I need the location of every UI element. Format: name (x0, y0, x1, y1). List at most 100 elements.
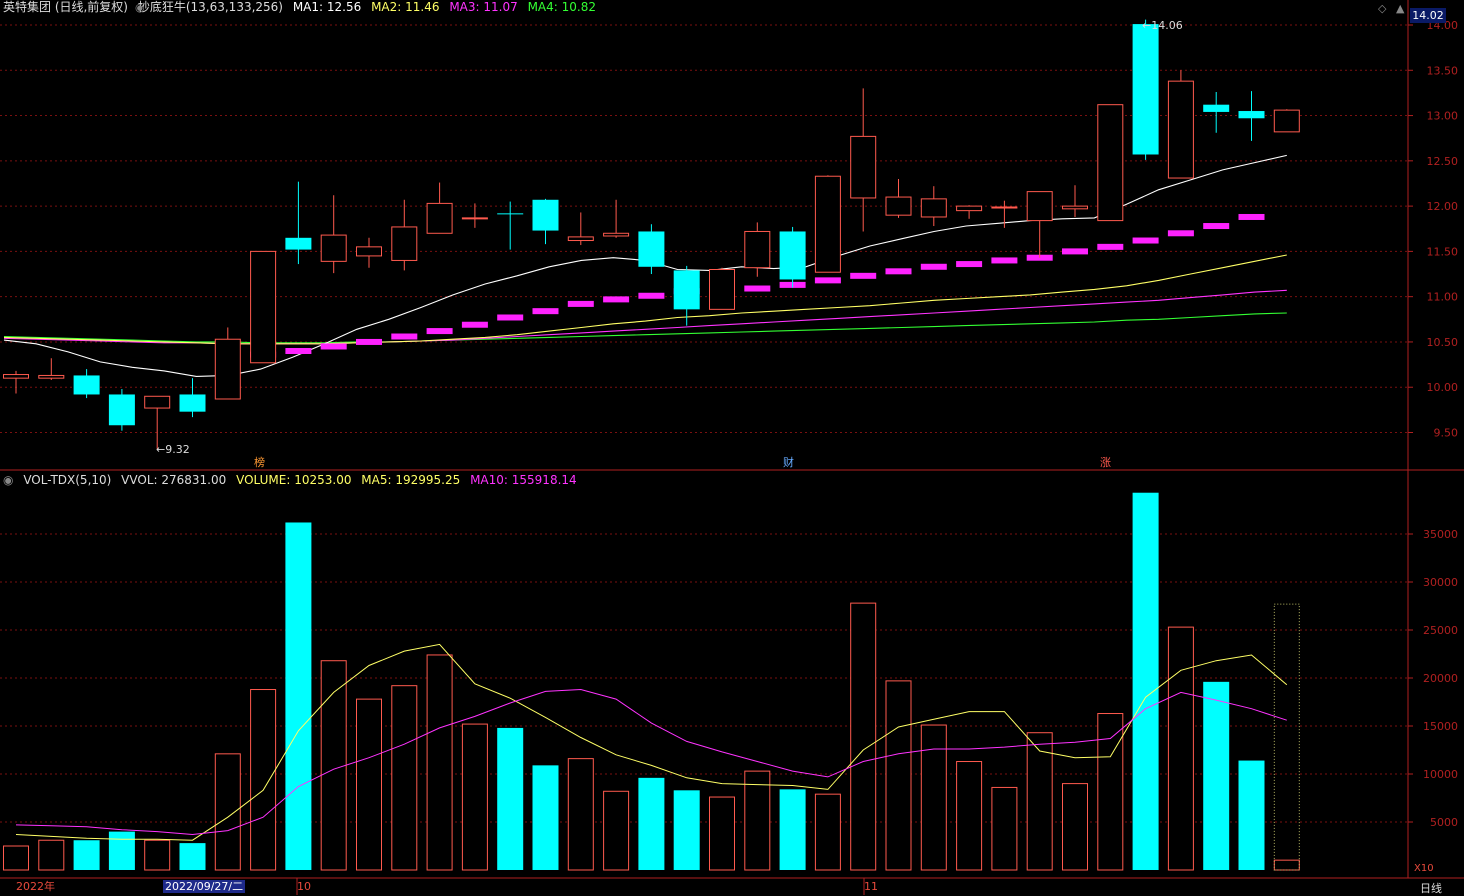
candle-body-5 (179, 394, 206, 412)
volume-bar-14 (497, 727, 524, 870)
selected-date-label: 2022/09/27/二 (163, 880, 246, 893)
candle-body-7 (250, 250, 277, 364)
candle-body-29 (1026, 191, 1053, 222)
indicator-bar-11 (391, 333, 418, 340)
candle-body-31 (1097, 104, 1124, 222)
event-marker-rise[interactable]: 涨 (1100, 457, 1111, 469)
indicator-bar-9 (320, 343, 347, 350)
indicator-bar-12 (426, 328, 453, 335)
volume-bar-34 (1203, 681, 1230, 870)
volume-bar-23 (814, 793, 841, 871)
volume-bar-17 (603, 790, 630, 871)
indicator-bar-8 (285, 348, 312, 354)
indicator-bar-23 (814, 277, 841, 284)
price-header: 英特集团 (日线,前复权) 抄底狂牛(13,63,133,256) MA1: 1… (3, 0, 602, 14)
volume-bar-10 (356, 698, 382, 871)
price-tick-label-0: 9.50 (1434, 427, 1459, 440)
volume-bar-22 (779, 789, 806, 870)
candle-body-0 (3, 374, 29, 379)
volume-bar-7 (250, 689, 277, 871)
indicator-dropdown-icon[interactable]: ◉ (135, 1, 145, 14)
low-annotation: ←9.32 (156, 443, 190, 456)
volume-bar-28 (991, 786, 1018, 871)
candle-body-22 (779, 231, 806, 280)
price-tick-label-6: 12.50 (1427, 155, 1459, 168)
volume-bar-12 (426, 654, 453, 871)
indicator-bar-34 (1203, 223, 1230, 230)
stock-chart-canvas[interactable]: 9.50 10.00 10.50 11.00 11.50 12.00 12.50 13.00 1… (0, 0, 1464, 895)
price-tick-label-8: 13.50 (1427, 64, 1459, 77)
event-marker-finance[interactable]: 财 (783, 457, 794, 469)
candle-body-11 (391, 226, 418, 261)
indicator-bar-25 (885, 268, 912, 275)
volume-dropdown-icon[interactable]: ◉ (3, 473, 13, 487)
candle-body-8 (285, 237, 312, 250)
indicator-bar-32 (1132, 237, 1159, 244)
candle-body-15 (532, 199, 559, 231)
ma3-value: MA3: 11.07 (449, 0, 518, 14)
indicator-bar-21 (744, 285, 771, 292)
price-tick-label-5: 12.00 (1427, 200, 1459, 213)
volume-tick-label-5: 30000 (1423, 576, 1458, 589)
candle-body-23 (814, 175, 841, 273)
price-tick-label-3: 11.00 (1427, 291, 1459, 304)
year-label: 2022年 (16, 880, 55, 893)
candle-body-34 (1203, 104, 1230, 112)
volume-bar-18 (638, 777, 665, 870)
candle-body-30 (1062, 205, 1088, 210)
volume-tick-label-0: 5000 (1430, 816, 1458, 829)
indicator-bar-16 (567, 300, 594, 307)
volume-bar-0 (3, 845, 29, 871)
candle-body-24 (850, 135, 877, 199)
candle-body-32 (1132, 24, 1159, 155)
volume-tick-label-4: 25000 (1423, 624, 1458, 637)
indicator-bar-24 (850, 272, 877, 279)
volume-bar-36 (1273, 859, 1300, 871)
price-tick-label-2: 10.50 (1427, 336, 1459, 349)
candle-body-18 (638, 231, 665, 267)
price-tick-label-4: 11.50 (1427, 245, 1459, 258)
candle-body-36 (1273, 109, 1300, 133)
candle-body-26 (920, 198, 947, 218)
scroll-up-icon[interactable]: ▲ (1396, 2, 1404, 15)
volume-ma10-value: MA10: 155918.14 (470, 473, 577, 487)
candle-body-9 (320, 234, 347, 262)
diamond-icon[interactable]: ◇ (1378, 2, 1386, 15)
right-axis-bg (1408, 0, 1464, 895)
volume-bar-5 (179, 843, 206, 870)
indicator-bar-27 (956, 261, 983, 268)
indicator-bar-33 (1167, 230, 1194, 237)
volume-bar-33 (1167, 626, 1194, 871)
indicator-name[interactable]: 抄底狂牛(13,63,133,256) (138, 0, 283, 14)
event-marker-rank[interactable]: 榜 (254, 457, 265, 469)
indicator-bar-18 (638, 292, 665, 299)
volume-bar-15 (532, 765, 559, 870)
volume-bar-24 (850, 602, 877, 871)
candle-body-28 (991, 206, 1018, 209)
volume-ma5-value: MA5: 192995.25 (361, 473, 461, 487)
candle-body-3 (108, 394, 135, 426)
volume-scale-label: X10 (1414, 863, 1434, 874)
candle-body-6 (214, 338, 241, 400)
indicator-bar-10 (356, 338, 382, 345)
ma1-value: MA1: 12.56 (292, 0, 362, 14)
volume-tick-label-6: 35000 (1423, 528, 1458, 541)
volume-bar-21 (744, 770, 771, 871)
volume-indicator-name[interactable]: VOL-TDX(5,10) (23, 473, 111, 487)
volume-tick-label-3: 20000 (1423, 672, 1458, 685)
volume-bar-3 (108, 831, 135, 870)
volume-header: ◉ VOL-TDX(5,10) VVOL: 276831.00 VOLUME: … (3, 473, 583, 487)
candle-body-21 (744, 230, 771, 269)
candle-body-14 (497, 213, 524, 215)
volume-bar-11 (391, 685, 418, 871)
volume-bar-29 (1026, 732, 1053, 871)
candle-body-19 (673, 270, 700, 310)
stock-title[interactable]: 英特集团 (日线,前复权) (3, 0, 128, 14)
volume-bar-19 (673, 790, 700, 870)
volume-bar-35 (1238, 760, 1265, 870)
period-selector[interactable]: 日线 (1420, 880, 1442, 896)
volume-bar-6 (214, 753, 241, 871)
indicator-bar-13 (461, 321, 488, 328)
candle-body-13 (461, 217, 488, 220)
volume-bar-32 (1132, 492, 1159, 870)
